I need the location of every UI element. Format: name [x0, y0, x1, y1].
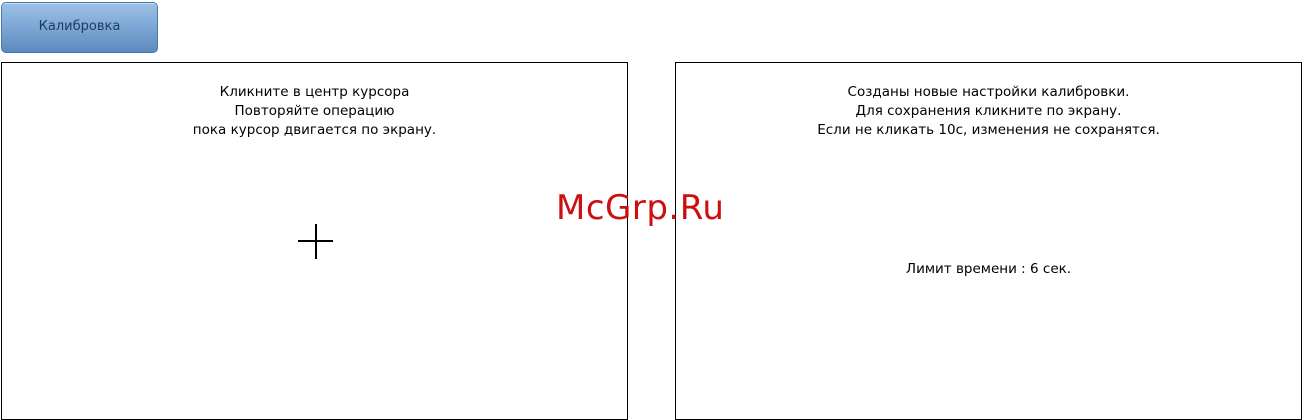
calibration-button[interactable]: Калибровка	[1, 2, 158, 53]
calibration-target-panel[interactable]: Кликните в центр курсора Повторяйте опер…	[1, 62, 628, 420]
calibration-instructions: Кликните в центр курсора Повторяйте опер…	[2, 83, 627, 140]
watermark: McGrp.Ru	[556, 188, 725, 228]
calibration-confirm-panel[interactable]: Созданы новые настройки калибровки. Для …	[675, 62, 1302, 420]
crosshair-vertical-stroke	[315, 224, 317, 259]
confirm-message: Созданы новые настройки калибровки. Для …	[676, 83, 1301, 140]
instruction-line: Кликните в центр курсора	[219, 84, 410, 100]
crosshair-icon[interactable]	[298, 224, 333, 259]
confirm-message-line: Если не кликать 10с, изменения не сохран…	[817, 122, 1160, 138]
confirm-message-line: Созданы новые настройки калибровки.	[847, 84, 1130, 100]
confirm-message-line: Для сохранения кликните по экрану.	[855, 103, 1122, 119]
instruction-line: пока курсор двигается по экрану.	[192, 122, 437, 138]
time-limit-text: Лимит времени : 6 сек.	[905, 261, 1072, 277]
instruction-line: Повторяйте операцию	[234, 103, 395, 119]
